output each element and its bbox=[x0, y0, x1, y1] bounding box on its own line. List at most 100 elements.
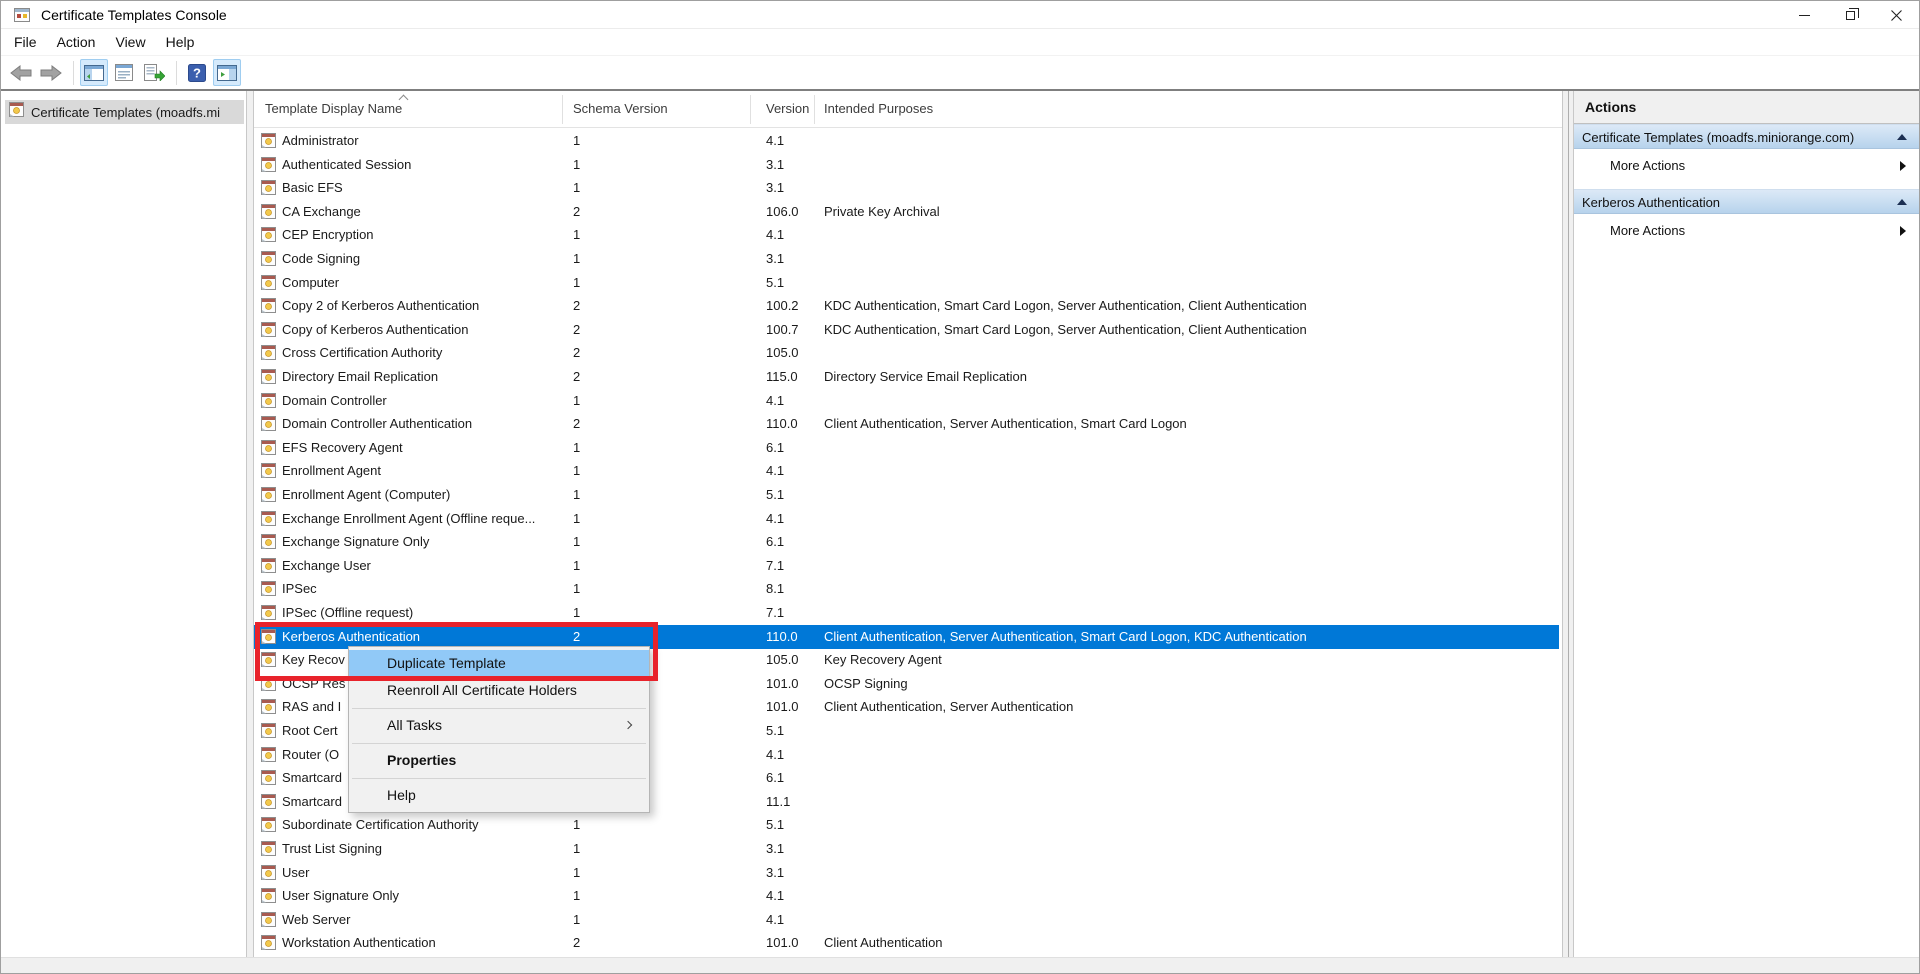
table-row[interactable]: CEP Encryption14.1 bbox=[254, 223, 1559, 247]
list-column-headers: Template Display Name Schema Version Versi… bbox=[254, 91, 1562, 128]
certificate-template-icon bbox=[261, 416, 276, 431]
table-row[interactable]: Exchange Enrollment Agent (Offline reque… bbox=[254, 507, 1559, 531]
actions-item-more-actions[interactable]: More Actions bbox=[1574, 214, 1919, 247]
context-menu-item-all-tasks[interactable]: All Tasks bbox=[349, 712, 649, 739]
table-row[interactable]: Computer15.1 bbox=[254, 271, 1559, 295]
context-menu-item-properties[interactable]: Properties bbox=[349, 747, 649, 774]
table-row[interactable]: Copy of Kerberos Authentication2100.7KDC… bbox=[254, 318, 1559, 342]
menu-view[interactable]: View bbox=[105, 29, 155, 56]
table-row[interactable]: IPSec (Offline request)17.1 bbox=[254, 601, 1559, 625]
actions-section-header[interactable]: Certificate Templates (moadfs.miniorange… bbox=[1574, 124, 1919, 149]
back-button[interactable] bbox=[7, 59, 35, 86]
cell-template-name: Exchange Signature Only bbox=[282, 530, 429, 554]
cell-intended-purposes: KDC Authentication, Smart Card Logon, Se… bbox=[824, 294, 1307, 318]
certificate-template-icon bbox=[261, 841, 276, 856]
table-row[interactable]: EFS Recovery Agent16.1 bbox=[254, 436, 1559, 460]
cell-template-name: Cross Certification Authority bbox=[282, 341, 442, 365]
table-row[interactable]: CA Exchange2106.0Private Key Archival bbox=[254, 200, 1559, 224]
table-row[interactable]: Domain Controller14.1 bbox=[254, 389, 1559, 413]
table-row[interactable]: Directory Email Replication2115.0Directo… bbox=[254, 365, 1559, 389]
column-header[interactable]: Schema Version bbox=[573, 101, 668, 116]
table-row[interactable]: Trust List Signing13.1 bbox=[254, 837, 1559, 861]
pane-divider[interactable] bbox=[1568, 91, 1569, 957]
table-row[interactable]: Copy 2 of Kerberos Authentication2100.2K… bbox=[254, 294, 1559, 318]
table-row[interactable]: Basic EFS13.1 bbox=[254, 176, 1559, 200]
tree-item-certificate-templates[interactable]: Certificate Templates (moadfs.mi bbox=[5, 100, 244, 124]
table-row[interactable]: Subordinate Certification Authority15.1 bbox=[254, 813, 1559, 837]
show-console-tree-button[interactable] bbox=[80, 59, 108, 86]
table-row[interactable]: User Signature Only14.1 bbox=[254, 884, 1559, 908]
certificate-template-icon bbox=[261, 369, 276, 384]
cell-version: 11.1 bbox=[766, 790, 790, 814]
actions-sections: Certificate Templates (moadfs.miniorange… bbox=[1574, 124, 1919, 247]
cell-version: 3.1 bbox=[766, 837, 784, 861]
cell-schema-version: 1 bbox=[573, 247, 580, 271]
cell-version: 3.1 bbox=[766, 153, 784, 177]
properties-button[interactable] bbox=[110, 59, 138, 86]
column-header[interactable]: Intended Purposes bbox=[824, 101, 933, 116]
cell-template-name: CEP Encryption bbox=[282, 223, 374, 247]
export-list-button[interactable] bbox=[140, 59, 168, 86]
help-button[interactable]: ? bbox=[183, 59, 211, 86]
table-row[interactable]: Kerberos Authentication2110.0Client Auth… bbox=[254, 625, 1559, 649]
certificate-template-icon bbox=[261, 322, 276, 337]
cell-template-name: Enrollment Agent bbox=[282, 459, 381, 483]
table-row[interactable]: Administrator14.1 bbox=[254, 129, 1559, 153]
minimize-icon bbox=[1799, 15, 1810, 16]
cell-template-name: Smartcard bbox=[282, 766, 342, 790]
certificate-template-icon bbox=[261, 440, 276, 455]
show-console-tree-icon bbox=[84, 65, 104, 81]
column-header[interactable]: Version bbox=[766, 101, 809, 116]
cell-template-name: Computer bbox=[282, 271, 339, 295]
forward-button[interactable] bbox=[37, 59, 65, 86]
menu-file[interactable]: File bbox=[4, 29, 47, 56]
certificate-template-icon bbox=[261, 581, 276, 596]
certificate-template-icon bbox=[261, 204, 276, 219]
table-row[interactable]: Exchange User17.1 bbox=[254, 554, 1559, 578]
actions-item-more-actions[interactable]: More Actions bbox=[1574, 149, 1919, 182]
cell-version: 4.1 bbox=[766, 743, 784, 767]
certificate-template-icon bbox=[261, 723, 276, 738]
table-row[interactable]: IPSec18.1 bbox=[254, 577, 1559, 601]
help-icon: ? bbox=[188, 64, 206, 82]
window-title: Certificate Templates Console bbox=[41, 1, 227, 29]
context-menu-item-reenroll-all-certificate-holders[interactable]: Reenroll All Certificate Holders bbox=[349, 677, 649, 704]
title-bar: Certificate Templates Console bbox=[1, 1, 1919, 29]
table-row[interactable]: Workstation Authentication2101.0Client A… bbox=[254, 931, 1559, 955]
certificate-template-icon bbox=[261, 534, 276, 549]
cell-version: 101.0 bbox=[766, 931, 799, 955]
maximize-restore-button[interactable] bbox=[1827, 1, 1873, 29]
cell-schema-version: 2 bbox=[573, 200, 580, 224]
menu-action[interactable]: Action bbox=[47, 29, 106, 56]
minimize-button[interactable] bbox=[1781, 1, 1827, 29]
show-action-pane-icon bbox=[217, 65, 237, 81]
table-row[interactable]: User13.1 bbox=[254, 861, 1559, 885]
cell-template-name: Enrollment Agent (Computer) bbox=[282, 483, 450, 507]
context-menu-item-help[interactable]: Help bbox=[349, 782, 649, 809]
show-action-pane-button[interactable] bbox=[213, 59, 241, 86]
cell-template-name: Administrator bbox=[282, 129, 359, 153]
cell-template-name: Smartcard bbox=[282, 790, 342, 814]
column-divider[interactable] bbox=[562, 95, 563, 124]
table-row[interactable]: Web Server14.1 bbox=[254, 908, 1559, 932]
cell-template-name: Code Signing bbox=[282, 247, 360, 271]
actions-section-header[interactable]: Kerberos Authentication bbox=[1574, 189, 1919, 214]
cell-template-name: Router (O bbox=[282, 743, 339, 767]
cell-version: 4.1 bbox=[766, 223, 784, 247]
table-row[interactable]: Authenticated Session13.1 bbox=[254, 153, 1559, 177]
context-menu-item-duplicate-template[interactable]: Duplicate Template bbox=[349, 650, 649, 677]
column-header[interactable]: Template Display Name bbox=[265, 101, 402, 116]
column-divider[interactable] bbox=[750, 95, 751, 124]
table-row[interactable]: Cross Certification Authority2105.0 bbox=[254, 341, 1559, 365]
certificate-template-icon bbox=[9, 102, 24, 122]
cell-version: 3.1 bbox=[766, 176, 784, 200]
menu-help[interactable]: Help bbox=[156, 29, 205, 56]
table-row[interactable]: Code Signing13.1 bbox=[254, 247, 1559, 271]
column-divider[interactable] bbox=[814, 95, 815, 124]
restore-icon bbox=[1846, 11, 1855, 20]
table-row[interactable]: Enrollment Agent14.1 bbox=[254, 459, 1559, 483]
table-row[interactable]: Enrollment Agent (Computer)15.1 bbox=[254, 483, 1559, 507]
close-button[interactable] bbox=[1873, 1, 1919, 29]
table-row[interactable]: Domain Controller Authentication2110.0Cl… bbox=[254, 412, 1559, 436]
table-row[interactable]: Exchange Signature Only16.1 bbox=[254, 530, 1559, 554]
